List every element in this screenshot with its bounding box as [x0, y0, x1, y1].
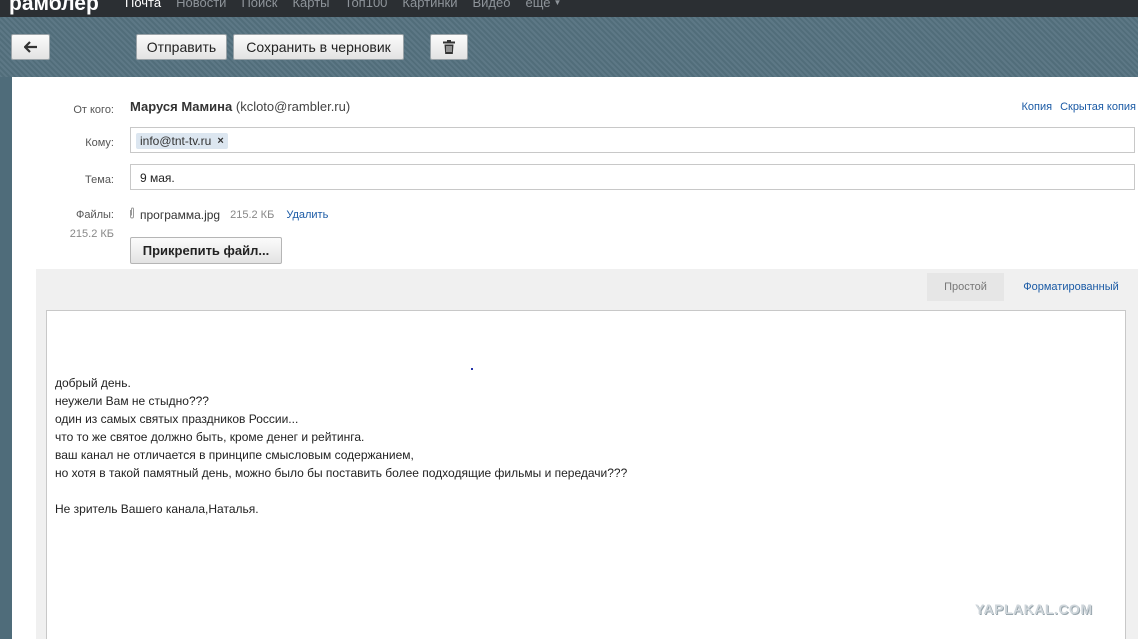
body-line: неужели Вам не стыдно??? [55, 394, 209, 408]
body-line: что то же святое должно быть, кроме дене… [55, 430, 365, 444]
nav-item-search[interactable]: Поиск [241, 0, 277, 10]
caret-down-icon: ▼ [553, 0, 562, 7]
delete-button[interactable] [430, 34, 468, 60]
cc-links: Копия Скрытая копия [1021, 101, 1136, 113]
nav-item-maps[interactable]: Карты [292, 0, 329, 10]
sender: Маруся Мамина (kcloto@rambler.ru) [130, 99, 350, 114]
nav-item-top100[interactable]: Топ100 [345, 0, 388, 10]
from-label: От кого: [73, 104, 114, 116]
editor-mode-tabs: Простой Форматированный [36, 269, 1138, 301]
sender-email: (kcloto@rambler.ru) [235, 99, 351, 114]
subject-label: Тема: [85, 174, 114, 186]
files-total-size: 215.2 КБ [69, 228, 114, 240]
cc-link[interactable]: Копия [1021, 101, 1052, 113]
subject-value: 9 мая. [140, 171, 175, 185]
nav-item-video[interactable]: Видео [473, 0, 511, 10]
recipient-chip[interactable]: info@tnt-tv.ru × [136, 133, 228, 149]
text-cursor [471, 368, 473, 370]
send-button[interactable]: Отправить [136, 34, 227, 60]
body-line: один из самых святых праздников России..… [55, 412, 299, 426]
body-line: но хотя в такой памятный день, можно был… [55, 466, 628, 480]
arrow-left-icon [23, 41, 37, 53]
recipient-email: info@tnt-tv.ru [140, 134, 212, 148]
nav-item-more[interactable]: еще ▼ [525, 0, 561, 10]
attach-file-button[interactable]: Прикрепить файл... [130, 237, 282, 264]
delete-attachment-link[interactable]: Удалить [286, 209, 328, 221]
back-button[interactable] [11, 34, 50, 60]
body-line: Не зритель Вашего канала,Наталья. [55, 502, 259, 516]
paperclip-icon [129, 207, 135, 222]
body-line: добрый день. [55, 376, 131, 390]
remove-recipient-icon[interactable]: × [217, 135, 223, 147]
save-draft-button[interactable]: Сохранить в черновик [233, 34, 404, 60]
body-line [55, 482, 627, 500]
trash-icon [443, 40, 455, 54]
nav-more-label: еще [525, 0, 551, 10]
tab-plain[interactable]: Простой [927, 273, 1004, 301]
files-label: Файлы: [75, 209, 114, 221]
to-field[interactable]: info@tnt-tv.ru × [130, 127, 1135, 153]
compose-toolbar: Отправить Сохранить в черновик [0, 17, 1138, 77]
top-nav: Почта Новости Поиск Карты Топ100 Картинк… [125, 0, 576, 10]
sender-name: Маруся Мамина [130, 99, 233, 114]
attachment-name: программа.jpg [140, 207, 221, 222]
message-body-editor[interactable]: добрый день. неужели Вам не стыдно??? од… [46, 310, 1126, 639]
nav-item-images[interactable]: Картинки [402, 0, 457, 10]
to-label: Кому: [85, 137, 114, 149]
message-body: добрый день. неужели Вам не стыдно??? од… [55, 374, 627, 518]
attachment-item: программа.jpg 215.2 КБ Удалить [129, 207, 328, 222]
top-nav-bar: рамблер Почта Новости Поиск Карты Топ100… [0, 0, 1138, 17]
bcc-link[interactable]: Скрытая копия [1060, 101, 1136, 113]
body-line: ваш канал не отличается в принципе смысл… [55, 448, 414, 462]
tab-formatted[interactable]: Форматированный [1010, 273, 1132, 301]
attachment-size: 215.2 КБ [230, 208, 275, 221]
nav-item-news[interactable]: Новости [176, 0, 226, 10]
compose-panel: От кого: Маруся Мамина (kcloto@rambler.r… [12, 77, 1138, 639]
nav-item-mail[interactable]: Почта [125, 0, 161, 10]
site-watermark: YAPLAKAL.COM [975, 601, 1093, 617]
subject-input[interactable]: 9 мая. [130, 164, 1135, 190]
rambler-logo[interactable]: рамблер [9, 0, 99, 16]
